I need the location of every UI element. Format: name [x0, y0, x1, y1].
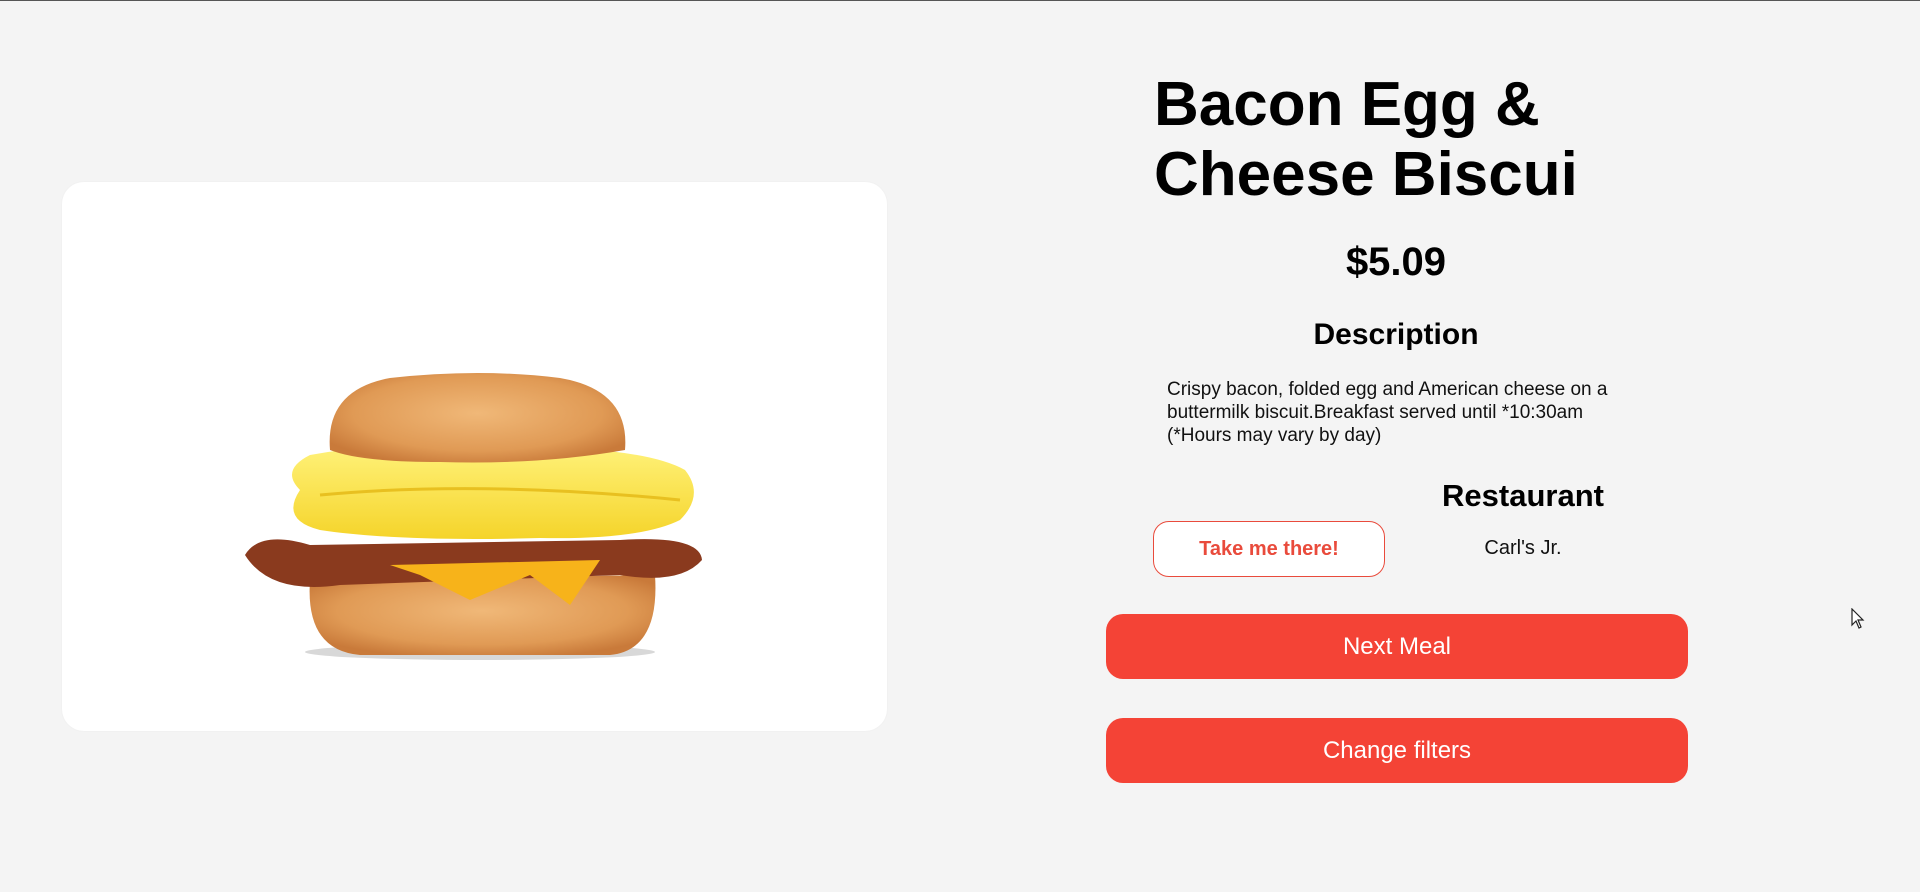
- meal-title: Bacon Egg & Cheese Biscui: [1154, 70, 1578, 209]
- restaurant-name: Carl's Jr.: [1484, 537, 1562, 559]
- mouse-cursor-icon: [1851, 608, 1865, 629]
- restaurant-heading: Restaurant: [1442, 478, 1604, 513]
- meal-price: $5.09: [1345, 240, 1447, 284]
- meal-description: Crispy bacon, folded egg and American ch…: [1167, 379, 1608, 446]
- top-border: [0, 0, 1920, 1]
- next-meal-button[interactable]: Next Meal: [1106, 614, 1688, 679]
- change-filters-button[interactable]: Change filters: [1106, 718, 1688, 783]
- take-me-there-button[interactable]: Take me there!: [1153, 521, 1385, 577]
- description-heading: Description: [1313, 318, 1479, 351]
- meal-image: [245, 373, 702, 660]
